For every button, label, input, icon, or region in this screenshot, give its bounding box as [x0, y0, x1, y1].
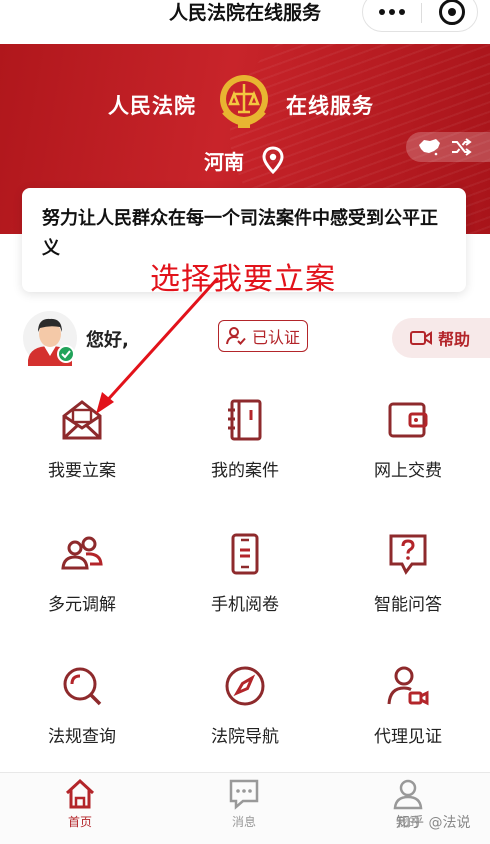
service-label: 法院导航 [211, 727, 279, 747]
video-camera-icon [410, 331, 432, 345]
service-label: 我要立案 [48, 461, 116, 481]
service-smart-qa[interactable]: 智能问答 [326, 532, 490, 615]
service-label: 法规查询 [48, 727, 116, 747]
service-law-search[interactable]: 法规查询 [0, 664, 164, 747]
banner-right-text: 在线服务 [286, 94, 374, 118]
capsule-divider [421, 3, 422, 23]
user-icon [393, 779, 423, 810]
service-file-case[interactable]: 我要立案 [0, 398, 164, 481]
nav-bar: 人民法院在线服务 [0, 0, 490, 44]
close-target-icon[interactable] [439, 0, 465, 25]
banner-left-text: 人民法院 [108, 94, 196, 118]
verified-label: 已认证 [251, 328, 300, 347]
tab-messages[interactable]: 消息 [204, 777, 284, 830]
court-emblem-icon [220, 75, 268, 128]
tab-home[interactable]: 首页 [40, 777, 120, 830]
search-icon [63, 667, 102, 706]
service-label: 手机阅卷 [211, 595, 279, 615]
service-mediation[interactable]: 多元调解 [0, 532, 164, 615]
service-label: 我的案件 [211, 461, 279, 481]
tab-label: 消息 [231, 815, 256, 829]
service-agent-witness[interactable]: 代理见证 [326, 664, 490, 747]
location-pin-icon[interactable] [262, 146, 284, 174]
service-label: 多元调解 [48, 595, 116, 615]
annotation-text: 选择我要立案 [150, 262, 336, 297]
help-button[interactable]: 帮助 [392, 318, 490, 358]
verified-badge[interactable]: 已认证 [218, 320, 308, 352]
wallet-icon [388, 402, 428, 438]
user-verified-icon [225, 327, 246, 345]
more-options-icon[interactable] [363, 0, 421, 31]
question-chat-icon [389, 534, 427, 575]
service-online-payment[interactable]: 网上交费 [326, 398, 490, 481]
message-icon [229, 779, 259, 810]
service-my-cases[interactable]: 我的案件 [163, 398, 327, 481]
home-icon [65, 778, 95, 809]
video-person-icon [387, 666, 429, 706]
service-label: 网上交费 [374, 461, 442, 481]
mini-program-capsule [362, 0, 478, 32]
compass-icon [225, 666, 265, 706]
service-court-navigation[interactable]: 法院导航 [163, 664, 327, 747]
tab-label: 首页 [67, 815, 92, 829]
envelope-icon [62, 400, 102, 440]
phone-doc-icon [231, 533, 259, 575]
service-mobile-review[interactable]: 手机阅卷 [163, 532, 327, 615]
shuffle-icon [452, 138, 472, 156]
service-label: 智能问答 [374, 595, 442, 615]
watermark: 知乎 @法说 [396, 815, 471, 831]
service-label: 代理见证 [374, 727, 442, 747]
china-map-icon [419, 139, 440, 156]
switch-court-button[interactable] [406, 132, 490, 162]
notebook-icon [228, 399, 262, 441]
greeting-text: 您好, [86, 330, 129, 351]
people-icon [61, 536, 103, 570]
help-label: 帮助 [438, 330, 471, 349]
avatar[interactable] [22, 310, 78, 366]
region-name[interactable]: 河南 [204, 146, 244, 175]
tab-bar: 首页 消息 我的 [0, 772, 490, 844]
